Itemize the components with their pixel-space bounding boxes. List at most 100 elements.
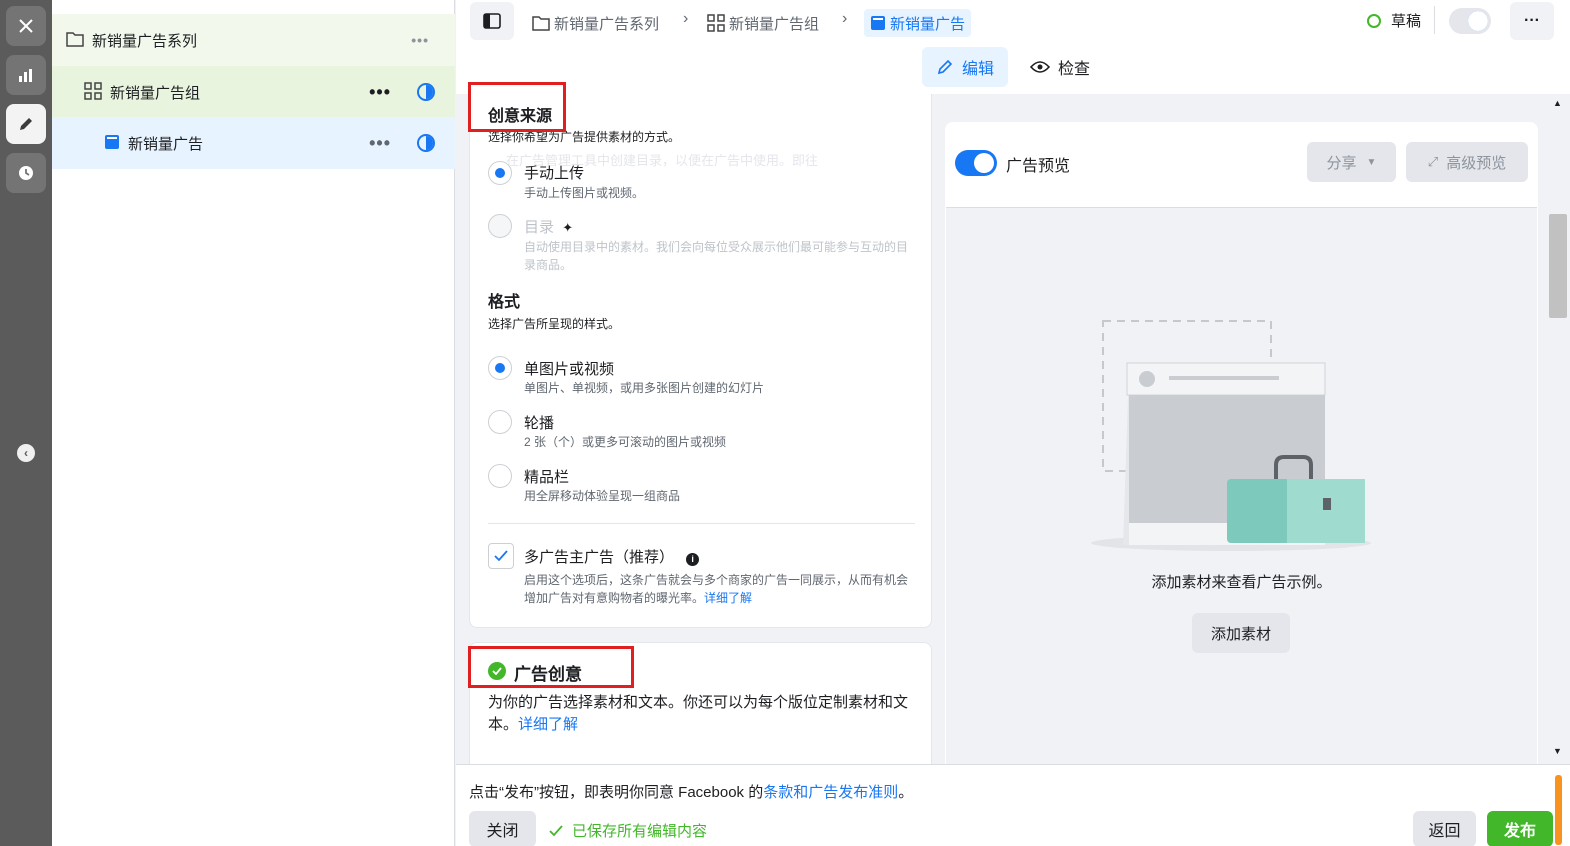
option-title: 目录 ✦: [524, 216, 573, 237]
folder-icon: [66, 31, 84, 50]
breadcrumb-campaign[interactable]: 新销量广告系列: [532, 9, 659, 37]
add-asset-button[interactable]: 添加素材: [1192, 613, 1290, 653]
option-desc: 启用这个选项后，这条广告就会与多个商家的广告一同展示，从而有机会增加广告对有意购…: [524, 571, 919, 607]
folder-icon: [532, 16, 550, 31]
terms-notice: 点击“发布”按钮，即表明你同意 Facebook 的条款和广告发布准则。: [469, 781, 913, 802]
chevron-right-icon: ›: [683, 10, 689, 27]
close-icon[interactable]: [6, 6, 46, 46]
footer-bar: 点击“发布”按钮，即表明你同意 Facebook 的条款和广告发布准则。 关闭 …: [456, 764, 1570, 846]
save-status-text: 已保存所有编辑内容: [572, 823, 708, 840]
tree-item-label: 新销量广告: [128, 135, 204, 153]
option-title-text: 多广告主广告（推荐）: [524, 549, 675, 566]
tree-item-campaign[interactable]: 新销量广告系列 •••: [52, 14, 455, 66]
breadcrumb-ad[interactable]: 新销量广告: [864, 9, 972, 37]
ad-structure-tree: 新销量广告系列 ••• 新销量广告组 ••• 新销量广告 •••: [52, 0, 455, 846]
section-subtitle: 选择广告所呈现的样式。: [488, 317, 621, 331]
advanced-preview-button[interactable]: ⤢ 高级预览: [1406, 142, 1528, 182]
publish-button[interactable]: 发布: [1487, 811, 1553, 846]
terms-link[interactable]: 条款和广告发布准则: [763, 784, 898, 801]
section-title: 格式: [488, 294, 521, 311]
chart-icon[interactable]: [6, 55, 46, 95]
radio-single-image[interactable]: [488, 356, 512, 380]
terms-notice-suffix: 。: [898, 784, 914, 801]
option-title: 手动上传: [524, 165, 585, 182]
scroll-indicator: [1555, 775, 1562, 845]
share-button[interactable]: 分享 ▼: [1307, 142, 1396, 182]
info-icon[interactable]: i: [686, 553, 700, 566]
status-ring-icon: [1367, 13, 1381, 28]
status-text: 草稿: [1391, 13, 1422, 30]
radio-catalog[interactable]: [488, 214, 512, 238]
button-label: 分享: [1326, 154, 1357, 172]
tab-edit[interactable]: 编辑: [922, 47, 1009, 87]
option-desc: 用全屏移动体验呈现一组商品: [524, 489, 681, 503]
tab-label: 检查: [1058, 61, 1091, 78]
ad-preview-panel: 广告预览 分享 ▼ ⤢ 高级预览 添加素材来查看广告示例。 添加素材: [945, 122, 1538, 772]
grid-icon: [707, 14, 725, 32]
chevron-right-icon: ›: [842, 10, 848, 27]
more-options-icon[interactable]: •••: [369, 82, 391, 103]
ad-toggle[interactable]: [1449, 8, 1491, 34]
more-options-icon[interactable]: •••: [411, 32, 429, 48]
tree-item-adset[interactable]: 新销量广告组 •••: [52, 66, 455, 118]
mode-tabs: 编辑 检查: [456, 44, 1570, 94]
section-desc: 为你的广告选择素材和文本。你还可以为每个版位定制素材和文本。详细了解: [488, 692, 918, 736]
preview-toggle-label: 广告预览: [1006, 158, 1071, 175]
scroll-down-icon[interactable]: ▼: [1553, 746, 1562, 756]
option-title: 轮播: [524, 415, 555, 432]
option-title: 精品栏: [524, 469, 570, 486]
empty-state-text: 添加素材来查看广告示例。: [1151, 574, 1332, 591]
option-title: 多广告主广告（推荐） i: [524, 546, 700, 567]
breadcrumb-label: 新销量广告组: [729, 15, 820, 33]
check-icon: [494, 550, 508, 562]
tab-inspect[interactable]: 检查: [1016, 47, 1104, 87]
caret-down-icon: ▼: [1366, 156, 1377, 168]
breadcrumb-adset[interactable]: 新销量广告组: [707, 9, 819, 37]
scroll-up-icon[interactable]: ▲: [1553, 98, 1562, 108]
toggle-panel-icon[interactable]: [470, 2, 514, 40]
sparkle-icon: ✦: [562, 220, 574, 235]
more-options-icon[interactable]: •••: [369, 133, 391, 154]
close-button[interactable]: 关闭: [469, 811, 536, 846]
tree-item-label: 新销量广告系列: [92, 32, 198, 50]
option-title-text: 目录: [524, 219, 555, 236]
radio-collection[interactable]: [488, 464, 512, 488]
eye-icon: [1030, 61, 1050, 73]
scrollbar[interactable]: ▲ ▼: [1546, 94, 1570, 764]
highlight-box: [468, 646, 634, 688]
pencil-icon: [937, 59, 953, 75]
delivery-status-icon: [417, 134, 435, 152]
ad-icon: [104, 134, 120, 153]
scrollbar-thumb[interactable]: [1549, 214, 1567, 318]
check-icon: [549, 824, 563, 836]
tab-label: 编辑: [962, 61, 995, 78]
collapse-left-icon[interactable]: ‹: [17, 444, 35, 462]
back-button[interactable]: 返回: [1413, 811, 1476, 846]
radio-carousel[interactable]: [488, 410, 512, 434]
pencil-icon[interactable]: [6, 104, 46, 144]
ad-preview-toggle[interactable]: [955, 150, 997, 176]
save-status: 已保存所有编辑内容: [548, 820, 707, 841]
status-badge: 草稿: [1367, 10, 1421, 31]
top-bar: 新销量广告系列 › 新销量广告组 › 新销量广告 草稿 ···: [456, 0, 1570, 44]
expand-icon: ⤢: [1427, 154, 1439, 169]
multi-advertiser-checkbox[interactable]: [488, 543, 514, 569]
option-desc: 自动使用目录中的素材。我们会向每位受众展示他们最可能参与互动的目录商品。: [524, 240, 909, 272]
tree-item-label: 新销量广告组: [110, 84, 201, 102]
button-label: 高级预览: [1446, 154, 1507, 172]
clock-icon[interactable]: [6, 153, 46, 193]
more-options-button[interactable]: ···: [1510, 2, 1554, 40]
highlight-box: [468, 82, 566, 132]
tree-item-ad[interactable]: 新销量广告 •••: [52, 117, 455, 169]
creative-source-card: 创意来源 选择你希望为广告提供素材的方式。 在广告管理工具中创建目录，以便在广告…: [469, 94, 932, 628]
breadcrumb-label: 新销量广告系列: [554, 15, 660, 33]
empty-preview-illustration: [1091, 320, 1371, 551]
divider: [1434, 6, 1435, 34]
learn-more-link[interactable]: 详细了解: [704, 591, 752, 605]
option-desc: 2 张（个）或更多可滚动的图片或视频: [524, 435, 727, 449]
ad-icon: [871, 16, 885, 30]
radio-manual-upload[interactable]: [488, 161, 512, 185]
learn-more-link[interactable]: 详细了解: [518, 716, 578, 733]
option-desc: 单图片、单视频，或用多张图片创建的幻灯片: [524, 381, 765, 395]
option-desc: 手动上传图片或视频。: [524, 186, 645, 200]
